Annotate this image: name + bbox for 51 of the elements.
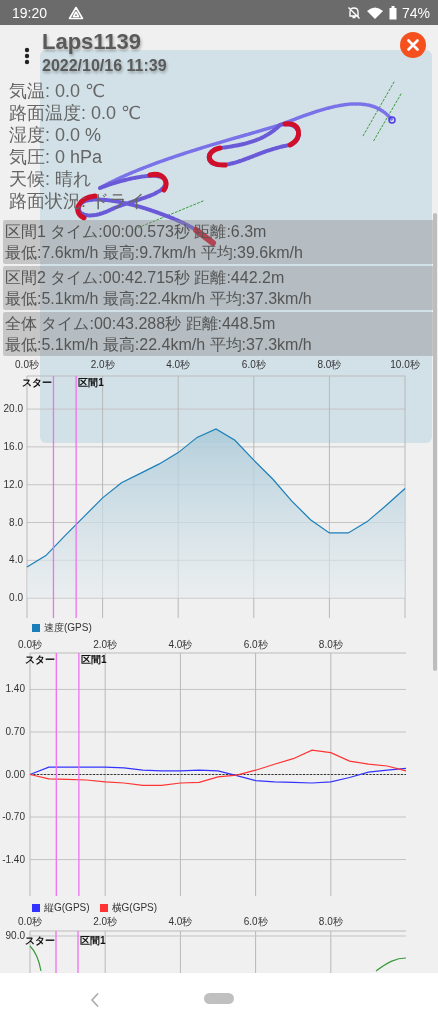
y-tick-label: 20.0 <box>3 403 23 415</box>
y-tick-label: -1.40 <box>2 853 25 865</box>
section-stats-text: 全体 タイム:00:43.288秒 距離:448.5m <box>5 314 277 334</box>
battery-level: 74% <box>401 4 430 21</box>
lap-date: 2022/10/16 11:39 <box>42 56 167 76</box>
legend-label: 横G(GPS) <box>111 901 158 915</box>
x-tick-label: 8.0秒 <box>317 359 342 370</box>
marker-label: 区間1 <box>80 654 107 665</box>
section-stats-text: 区間2 タイム:00:42.715秒 距離:442.2m <box>5 268 286 288</box>
x-tick-label: 0.0秒 <box>15 359 39 370</box>
section-stats-text: 最低:5.1km/h 最高:22.4km/h 平均:37.3km/h <box>5 335 313 355</box>
marker-label: スター <box>22 377 53 388</box>
marker-label: 区間1 <box>78 377 104 388</box>
y-tick-label: -0.70 <box>2 811 25 823</box>
marker-label: スター <box>25 654 56 665</box>
x-tick-label: 2.0秒 <box>93 639 118 650</box>
condition-text: 湿度: 0.0 % <box>9 124 103 146</box>
y-tick-label: 1.40 <box>5 683 25 695</box>
x-tick-label: 0.0秒 <box>18 916 42 927</box>
x-tick-label: 4.0秒 <box>168 916 193 927</box>
x-tick-label: 4.0秒 <box>166 359 191 370</box>
x-tick-label: 2.0秒 <box>90 359 115 370</box>
y-tick-label: 0.70 <box>5 725 25 737</box>
condition-text: 気温: 0.0 ℃ <box>9 80 107 102</box>
x-tick-label: 4.0秒 <box>168 639 193 650</box>
condition-text: 天候: 晴れ <box>9 168 92 190</box>
x-tick-label: 0.0秒 <box>18 639 42 650</box>
section-stats-text: 最低:5.1km/h 最高:22.4km/h 平均:37.3km/h <box>5 289 313 309</box>
y-tick-label: 4.0 <box>9 554 23 566</box>
y-tick-label: 0.0 <box>9 592 23 604</box>
x-tick-label: 8.0秒 <box>318 639 343 650</box>
x-tick-label: 2.0秒 <box>93 916 118 927</box>
x-tick-label: 10.0秒 <box>390 359 420 370</box>
condition-text: 気圧: 0 hPa <box>9 146 104 168</box>
legend-label: 速度(GPS) <box>44 621 92 635</box>
y-tick-label: 12.0 <box>3 478 23 490</box>
y-tick-label: 8.0 <box>9 516 23 528</box>
status-time: 19:20 <box>12 4 48 21</box>
x-tick-label: 6.0秒 <box>243 916 268 927</box>
x-tick-label: 8.0秒 <box>318 916 343 927</box>
marker-label: スター <box>25 935 55 946</box>
lap-title: Laps1139 <box>42 29 143 55</box>
y-tick-label: 0.00 <box>5 768 25 780</box>
legend-label: 縦G(GPS) <box>44 901 90 915</box>
section-stats-text: 最低:7.6km/h 最高:9.7km/h 平均:39.6km/h <box>5 243 304 263</box>
y-tick-label: 90.0 <box>5 930 25 941</box>
condition-text: 路面温度: 0.0 ℃ <box>9 102 143 124</box>
y-tick-label: 16.0 <box>3 440 23 452</box>
x-tick-label: 6.0秒 <box>241 359 266 370</box>
marker-label: 区間1 <box>80 935 106 946</box>
x-tick-label: 6.0秒 <box>243 639 268 650</box>
